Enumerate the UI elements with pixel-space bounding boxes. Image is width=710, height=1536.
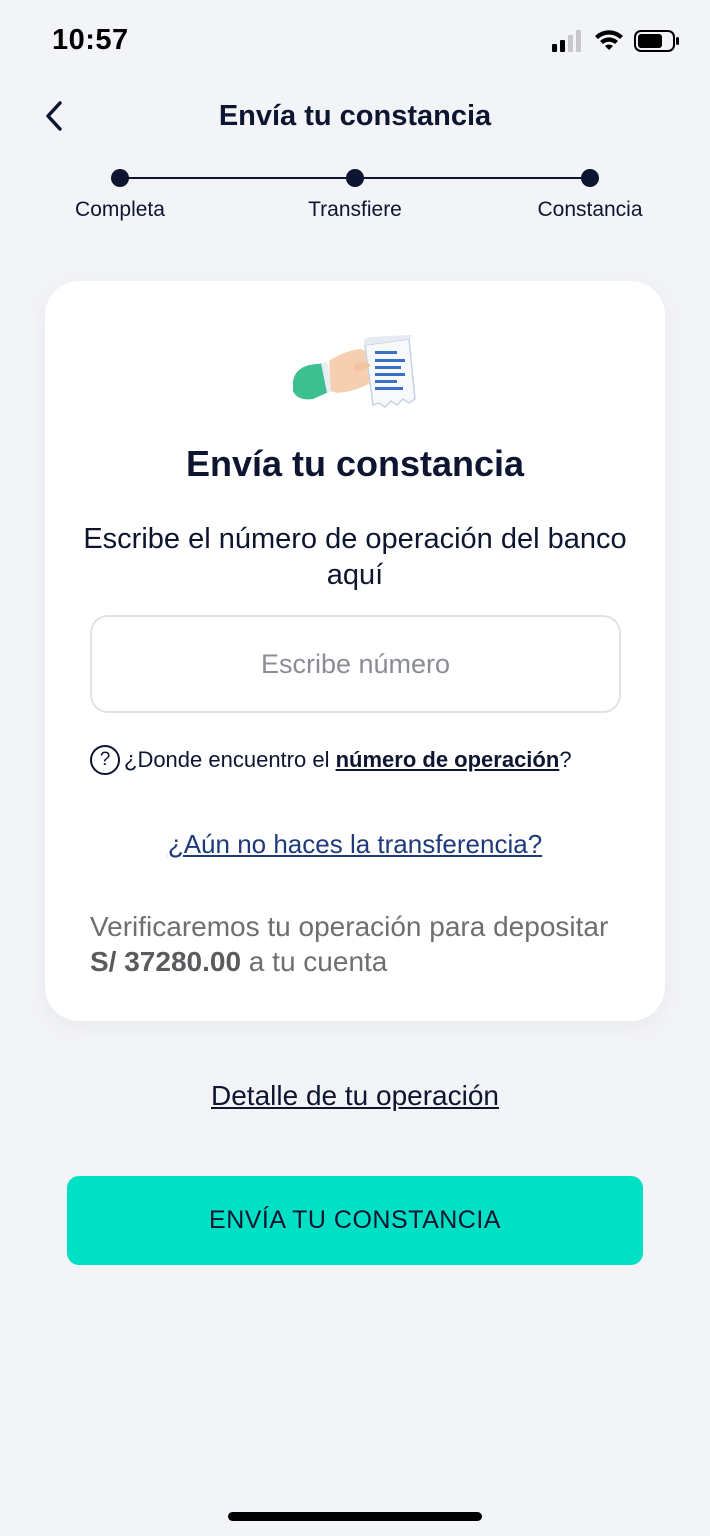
progress-stepper: Completa Transfiere Constancia: [0, 162, 710, 232]
help-prefix: ¿Donde encuentro el: [124, 747, 330, 772]
page-title: Envía tu constancia: [218, 100, 492, 132]
step-label-transfiere: Transfiere: [308, 198, 402, 221]
verify-prefix: Verificaremos tu operación para deposita…: [90, 911, 609, 942]
step-dot-completa: [111, 169, 129, 187]
operation-number-help-link[interactable]: número de operación: [336, 747, 560, 773]
wifi-icon: [595, 30, 623, 50]
card-title: Envía tu constancia: [185, 443, 525, 484]
verify-suffix: a tu cuenta: [241, 946, 388, 977]
status-bar: 10:57: [0, 0, 710, 86]
step-label-completa: Completa: [75, 198, 165, 221]
home-indicator[interactable]: [228, 1512, 482, 1521]
header: Envía tu constancia: [0, 86, 710, 150]
status-icons: [552, 30, 680, 52]
no-transfer-link[interactable]: ¿Aún no haces la transferencia?: [45, 829, 665, 860]
help-row: ? ¿Donde encuentro el número de operació…: [90, 745, 572, 775]
step-dot-transfiere: [346, 169, 364, 187]
deposit-amount: S/ 37280.00: [90, 946, 242, 977]
step-label-constancia: Constancia: [537, 198, 643, 221]
send-receipt-button[interactable]: ENVÍA TU CONSTANCIA: [67, 1176, 643, 1265]
help-suffix: ?: [559, 747, 572, 772]
card-subtitle: Escribe el número de operación del banco…: [83, 523, 627, 591]
question-circle-icon[interactable]: ?: [90, 745, 120, 775]
signal-icon: [552, 30, 581, 52]
hand-receipt-illustration: [293, 335, 416, 408]
step-dot-constancia: [581, 169, 599, 187]
receipt-card: Envía tu constancia Escribe el número de…: [45, 281, 665, 1021]
status-time: 10:57: [52, 24, 129, 56]
operation-number-input[interactable]: [90, 615, 621, 713]
verify-text: Verificaremos tu operación para deposita…: [90, 909, 625, 979]
operation-detail-link[interactable]: Detalle de tu operación: [0, 1080, 710, 1112]
battery-icon: [634, 30, 679, 52]
